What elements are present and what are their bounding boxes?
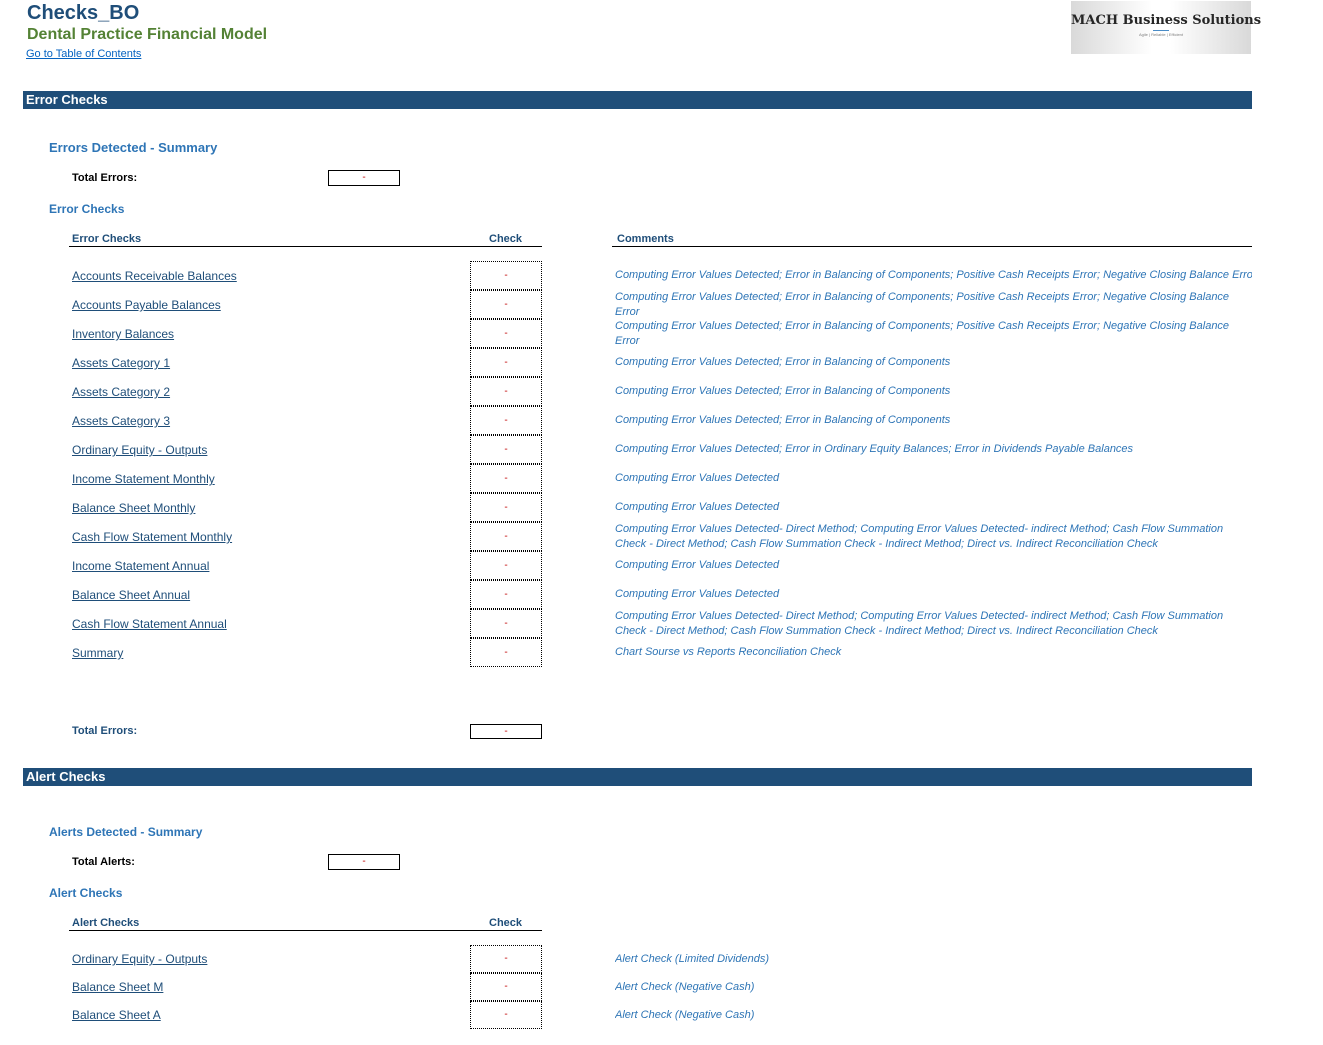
alert-checks-heading: Alert Checks [49, 886, 123, 900]
error-check-link-summary[interactable]: Summary [72, 646, 123, 660]
error-check-value-balance-sheet-monthly[interactable]: - [470, 493, 542, 522]
table-of-contents-link[interactable]: Go to Table of Contents [26, 48, 141, 60]
error-comment-cash-flow-annual: Computing Error Values Detected- Direct … [615, 610, 1224, 637]
error-check-link-income-statement-monthly[interactable]: Income Statement Monthly [72, 472, 215, 486]
error-check-value-income-statement-monthly[interactable]: - [470, 464, 542, 493]
error-comment-inventory: Computing Error Values Detected; Error i… [615, 320, 1230, 347]
alert-check-value-balance-sheet-a[interactable]: - [470, 1001, 542, 1029]
alert-check-value-balance-sheet-m[interactable]: - [470, 973, 542, 1001]
alert-check-column-header: Check [489, 917, 523, 929]
alert-check-link-balance-sheet-m[interactable]: Balance Sheet M [72, 980, 163, 994]
company-logo: MACH Business Solutions Agile | Reliable… [1071, 1, 1262, 54]
alert-check-value-ordinary-equity[interactable]: - [470, 945, 542, 973]
error-checks-column-header: Error Checks [72, 233, 142, 245]
alert-check-link-ordinary-equity[interactable]: Ordinary Equity - Outputs [72, 952, 207, 966]
logo-tagline: Agile | Reliable | Efficient [1138, 32, 1184, 37]
error-comment-assets-category-1: Computing Error Values Detected; Error i… [615, 356, 951, 368]
error-check-column-header: Check [489, 233, 523, 245]
error-check-value-cash-flow-annual[interactable]: - [470, 609, 542, 638]
error-checks-banner: Error Checks [23, 91, 1252, 109]
error-comment-assets-category-2: Computing Error Values Detected; Error i… [615, 385, 951, 397]
error-check-value-balance-sheet-annual[interactable]: - [470, 580, 542, 609]
error-check-value-income-statement-annual[interactable]: - [470, 551, 542, 580]
error-check-value-cash-flow-monthly[interactable]: - [470, 522, 542, 551]
comments-header-rule [612, 246, 1252, 247]
alerts-summary-heading: Alerts Detected - Summary [49, 825, 203, 839]
alert-checks-banner: Alert Checks [23, 768, 1252, 786]
error-comment-balance-sheet-monthly: Computing Error Values Detected [615, 501, 780, 513]
error-comment-assets-category-3: Computing Error Values Detected; Error i… [615, 414, 951, 426]
alert-check-link-balance-sheet-a[interactable]: Balance Sheet A [72, 1008, 161, 1022]
errors-summary-heading: Errors Detected - Summary [49, 140, 218, 155]
error-check-value-assets-category-3[interactable]: - [470, 406, 542, 435]
error-check-value-accounts-receivable[interactable]: - [470, 261, 542, 290]
error-comment-income-statement-annual: Computing Error Values Detected [615, 559, 780, 571]
alert-checks-header-rule [69, 930, 542, 931]
error-check-link-assets-category-3[interactable]: Assets Category 3 [72, 414, 170, 428]
error-comment-income-statement-monthly: Computing Error Values Detected [615, 472, 780, 484]
error-comment-summary: Chart Sourse vs Reports Reconciliation C… [615, 646, 842, 658]
error-check-link-balance-sheet-monthly[interactable]: Balance Sheet Monthly [72, 501, 195, 515]
errors-summary-total-value[interactable]: - [328, 170, 400, 186]
error-check-link-cash-flow-monthly[interactable]: Cash Flow Statement Monthly [72, 530, 232, 544]
error-check-link-accounts-payable[interactable]: Accounts Payable Balances [72, 298, 221, 312]
error-check-value-assets-category-2[interactable]: - [470, 377, 542, 406]
alerts-summary-total-value[interactable]: - [328, 854, 400, 870]
error-check-value-inventory[interactable]: - [470, 319, 542, 348]
comments-column-header: Comments [617, 233, 674, 245]
alerts-summary-total-label: Total Alerts: [72, 856, 135, 868]
alert-comment-ordinary-equity: Alert Check (Limited Dividends) [615, 953, 770, 965]
error-check-link-assets-category-2[interactable]: Assets Category 2 [72, 385, 170, 399]
error-check-link-inventory[interactable]: Inventory Balances [72, 327, 174, 341]
error-check-value-assets-category-1[interactable]: - [470, 348, 542, 377]
logo-divider [1153, 30, 1169, 31]
error-comment-balance-sheet-annual: Computing Error Values Detected [615, 588, 780, 600]
error-comment-accounts-payable: Computing Error Values Detected; Error i… [615, 291, 1230, 318]
errors-footer-total-label: Total Errors: [72, 725, 138, 737]
error-check-link-ordinary-equity[interactable]: Ordinary Equity - Outputs [72, 443, 207, 457]
errors-footer-total-value[interactable]: - [470, 724, 542, 739]
error-check-link-income-statement-annual[interactable]: Income Statement Annual [72, 559, 209, 573]
error-check-link-assets-category-1[interactable]: Assets Category 1 [72, 356, 170, 370]
error-check-value-accounts-payable[interactable]: - [470, 290, 542, 319]
error-comment-cash-flow-monthly: Computing Error Values Detected- Direct … [615, 523, 1224, 550]
error-checks-heading: Error Checks [49, 202, 125, 216]
logo-name: MACH Business Solutions [1071, 13, 1262, 28]
error-comment-ordinary-equity: Computing Error Values Detected; Error i… [615, 443, 1134, 455]
error-check-link-balance-sheet-annual[interactable]: Balance Sheet Annual [72, 588, 190, 602]
sheet-title: Checks_BO [27, 2, 140, 24]
error-check-link-accounts-receivable[interactable]: Accounts Receivable Balances [72, 269, 237, 283]
error-check-value-ordinary-equity[interactable]: - [470, 435, 542, 464]
error-check-link-cash-flow-annual[interactable]: Cash Flow Statement Annual [72, 617, 227, 631]
alert-checks-column-header: Alert Checks [72, 917, 140, 929]
alert-comment-balance-sheet-a: Alert Check (Negative Cash) [615, 1009, 755, 1021]
model-subtitle: Dental Practice Financial Model [27, 26, 268, 43]
error-comment-accounts-receivable: Computing Error Values Detected; Error i… [615, 269, 1252, 281]
errors-summary-total-label: Total Errors: [72, 172, 138, 184]
alert-comment-balance-sheet-m: Alert Check (Negative Cash) [615, 981, 755, 993]
error-check-value-summary[interactable]: - [470, 638, 542, 667]
error-checks-header-rule [69, 246, 542, 247]
